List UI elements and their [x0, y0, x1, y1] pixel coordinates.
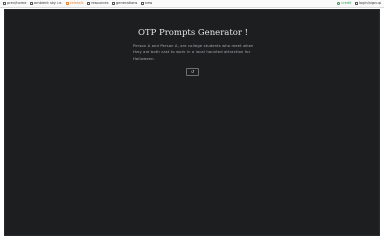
nav-login-label: login/signup [359, 1, 381, 5]
page-title: OTP Prompts Generator ! [137, 28, 249, 38]
nav-login[interactable]: login/signup [355, 0, 381, 7]
nav-resources-label: resources [91, 1, 109, 5]
nav-generations-label: generations [116, 1, 138, 5]
generator-panel: OTP Prompts Generator ! Person A and Per… [4, 9, 380, 236]
nav-ambient-label: ambient sky i.e. [33, 1, 63, 5]
book-icon [87, 2, 91, 5]
nav-right-group: credit login/signup [337, 0, 381, 7]
nav-credit-label: credit [341, 1, 352, 5]
sparkle-icon [112, 2, 115, 5]
plus-icon [140, 2, 144, 5]
home-icon [3, 2, 6, 5]
nav-home-label: prev/home [7, 1, 27, 5]
nav-ambient[interactable]: ambient sky i.e. [29, 0, 63, 7]
user-icon [355, 2, 359, 5]
nav-teletalk[interactable]: teletalk [66, 0, 84, 7]
cloud-icon [29, 2, 33, 5]
top-navbar: prev/home ambient sky i.e. teletalk reso… [0, 0, 384, 8]
nav-new-label: new [144, 1, 153, 5]
generate-button[interactable]: ↺ [186, 68, 199, 76]
nav-teletalk-label: teletalk [70, 1, 84, 5]
nav-new[interactable]: new [140, 0, 153, 7]
nav-generations[interactable]: generations [112, 0, 137, 7]
tag-icon [66, 2, 70, 5]
nav-left-group: prev/home ambient sky i.e. teletalk reso… [3, 0, 152, 7]
nav-home[interactable]: prev/home [3, 0, 26, 7]
nav-credit[interactable]: credit [337, 0, 352, 7]
nav-resources[interactable]: resources [87, 0, 109, 7]
prompt-text: Person A and Person A, are college stude… [133, 44, 254, 61]
coin-icon [337, 2, 341, 5]
